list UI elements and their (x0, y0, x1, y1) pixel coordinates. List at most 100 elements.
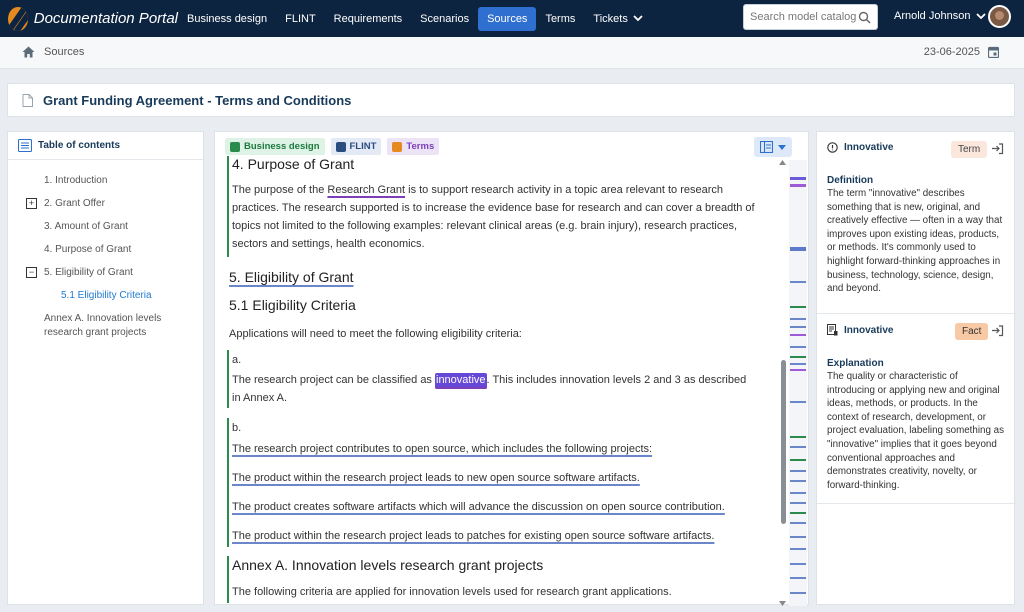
annotation-minimap[interactable] (789, 160, 807, 606)
nav-flint[interactable]: FLINT (276, 7, 325, 31)
toc-item-annex-a[interactable]: Annex A. Innovation levels research gran… (8, 308, 203, 342)
toc-item-eligibility[interactable]: −5. Eligibility of Grant (8, 262, 203, 285)
document-content: 4. Purpose of Grant The purpose of the R… (227, 156, 755, 603)
tag-business-design[interactable]: Business design (225, 138, 325, 155)
marker[interactable] (790, 577, 806, 579)
marker[interactable] (790, 436, 806, 438)
text: The research project can be classified a… (232, 374, 435, 386)
marker[interactable] (790, 492, 806, 494)
marker[interactable] (790, 480, 806, 482)
nav-scenarios[interactable]: Scenarios (411, 7, 478, 31)
search-placeholder: Search model catalog (750, 11, 857, 23)
marker[interactable] (790, 446, 806, 448)
marker[interactable] (790, 177, 806, 180)
table-of-contents-panel: Table of contents 1. Introduction +2. Gr… (7, 131, 204, 605)
info-icon (827, 142, 838, 153)
marker[interactable] (790, 306, 806, 308)
marker[interactable] (790, 563, 806, 565)
paragraph-annex: The following criteria are applied for i… (232, 586, 672, 598)
toc-item-grant-offer[interactable]: +2. Grant Offer (8, 193, 203, 216)
view-mode-dropdown[interactable] (754, 137, 792, 157)
layout-icon (760, 141, 774, 153)
toc-list: 1. Introduction +2. Grant Offer 3. Amoun… (8, 160, 203, 342)
marker[interactable] (790, 548, 806, 550)
criterion-b-line: The product creates software artifacts w… (232, 498, 755, 516)
marker[interactable] (790, 318, 806, 320)
collapse-icon[interactable]: − (26, 267, 37, 278)
marker[interactable] (790, 369, 806, 371)
flint-link[interactable]: The research project contributes to open… (232, 443, 652, 455)
home-icon[interactable] (22, 46, 35, 58)
toc-item-label: 2. Grant Offer (44, 198, 105, 209)
term-research-grant[interactable]: Research Grant (327, 184, 405, 196)
marker[interactable] (790, 470, 806, 472)
fact-badge: Fact (955, 323, 989, 340)
open-external-icon[interactable] (991, 142, 1004, 155)
criterion-a-text: The research project can be classified a… (232, 371, 755, 407)
marker[interactable] (790, 346, 806, 348)
criterion-b: b. The research project contributes to o… (227, 418, 755, 547)
criterion-b-label: b. (232, 422, 242, 434)
nav-tickets[interactable]: Tickets (584, 7, 651, 31)
user-menu[interactable]: Arnold Johnson (894, 10, 987, 22)
marker[interactable] (790, 363, 806, 365)
caret-down-icon (777, 144, 786, 150)
toc-header: Table of contents (8, 132, 203, 160)
app-logo[interactable]: Documentation Portal (8, 6, 178, 31)
heading-eligibility-text[interactable]: 5. Eligibility of Grant (229, 269, 354, 285)
breadcrumb-bar: Sources 23-06-2025 (0, 37, 1024, 69)
tag-terms[interactable]: Terms (387, 138, 440, 155)
criterion-b-line: The product within the research project … (232, 469, 755, 487)
toc-item-eligibility-criteria[interactable]: 5.1 Eligibility Criteria (8, 285, 203, 308)
tag-label: Terms (406, 141, 435, 152)
marker[interactable] (790, 522, 806, 524)
toc-item-purpose[interactable]: 4. Purpose of Grant (8, 239, 203, 262)
marker[interactable] (790, 334, 806, 336)
marker[interactable] (790, 512, 806, 514)
scroll-down-icon[interactable] (779, 601, 786, 606)
avatar[interactable] (988, 5, 1011, 28)
toc-item-amount[interactable]: 3. Amount of Grant (8, 216, 203, 239)
marker[interactable] (790, 459, 806, 461)
marker[interactable] (790, 356, 806, 358)
tag-label: FLINT (349, 141, 377, 152)
flint-link[interactable]: The product within the research project … (232, 530, 714, 542)
toc-item-introduction[interactable]: 1. Introduction (8, 170, 203, 193)
list-icon (18, 139, 32, 152)
scrollbar-thumb[interactable] (781, 360, 786, 524)
open-external-icon[interactable] (991, 324, 1004, 337)
date-display: 23-06-2025 (924, 46, 999, 58)
marker[interactable] (790, 592, 806, 594)
flint-link[interactable]: The product within the research project … (232, 472, 640, 484)
marker[interactable] (790, 247, 806, 251)
search-input[interactable]: Search model catalog (743, 4, 878, 30)
flint-link[interactable]: The product creates software artifacts w… (232, 501, 725, 513)
tag-flint[interactable]: FLINT (330, 138, 382, 155)
paragraph-purpose: The purpose of the Research Grant is to … (232, 181, 755, 253)
toc-item-label: Annex A. Innovation levels research gran… (44, 313, 162, 338)
nav-sources[interactable]: Sources (478, 6, 537, 31)
marker[interactable] (790, 401, 806, 403)
marker[interactable] (790, 326, 806, 328)
nav-requirements[interactable]: Requirements (325, 7, 411, 31)
tag-label: Business design (244, 141, 320, 152)
marker[interactable] (790, 184, 806, 187)
fact-icon (827, 324, 838, 336)
search-icon[interactable] (858, 11, 871, 24)
expand-icon[interactable]: + (26, 198, 37, 209)
toc-item-label: 5.1 Eligibility Criteria (61, 290, 152, 301)
scroll-up-icon[interactable] (779, 160, 786, 165)
term-card: Innovative Term Definition The term "inn… (817, 132, 1014, 314)
business-design-icon (230, 141, 240, 152)
nav-terms[interactable]: Terms (536, 7, 584, 31)
breadcrumb-current[interactable]: Sources (44, 46, 84, 58)
calendar-icon[interactable] (988, 46, 999, 58)
paragraph-applications: Applications will need to meet the follo… (229, 328, 522, 340)
criterion-a-label: a. (232, 354, 242, 366)
toc-item-label: 5. Eligibility of Grant (44, 267, 133, 278)
nav-business-design[interactable]: Business design (178, 7, 276, 31)
marker[interactable] (790, 281, 806, 283)
term-innovative-highlight[interactable]: innovative (435, 373, 487, 389)
marker[interactable] (790, 502, 806, 504)
marker[interactable] (790, 536, 806, 538)
